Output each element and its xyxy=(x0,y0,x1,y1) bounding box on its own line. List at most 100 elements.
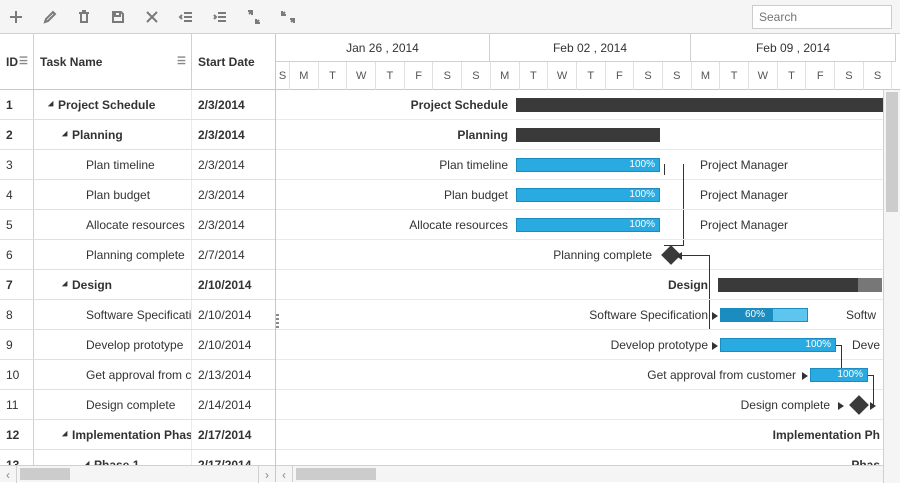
expand-icon[interactable] xyxy=(62,430,70,438)
search-input[interactable] xyxy=(752,5,892,29)
day-cell[interactable]: T xyxy=(319,62,348,90)
parent-bar[interactable] xyxy=(516,128,660,142)
gantt-row[interactable]: Planning xyxy=(276,120,900,150)
indent-button[interactable] xyxy=(212,9,228,25)
gantt-row[interactable]: Get approval from customer 100% xyxy=(276,360,900,390)
day-cell[interactable]: M xyxy=(491,62,520,90)
day-cell[interactable]: M xyxy=(290,62,319,90)
gantt-row[interactable]: Develop prototype 100% Deve xyxy=(276,330,900,360)
bar-label: Project Schedule xyxy=(276,98,508,112)
day-cell[interactable]: T xyxy=(577,62,606,90)
outdent-button[interactable] xyxy=(178,9,194,25)
grid-hscroll[interactable]: ‹ › xyxy=(0,465,275,482)
parent-bar[interactable] xyxy=(516,98,884,112)
expand-icon[interactable] xyxy=(62,130,70,138)
day-cell[interactable]: S xyxy=(276,62,290,90)
cell-date: 2/10/2014 xyxy=(192,270,274,299)
cell-id: 2 xyxy=(0,120,34,149)
scroll-thumb[interactable] xyxy=(296,468,376,480)
week-cell[interactable]: Feb 02 , 2014 xyxy=(490,34,691,62)
task-bar[interactable]: 100% xyxy=(810,368,868,382)
table-row[interactable]: 11Design complete2/14/2014 xyxy=(0,390,275,420)
gantt-row[interactable]: Phas xyxy=(276,450,900,465)
cell-date: 2/3/2014 xyxy=(192,120,274,149)
day-cell[interactable]: T xyxy=(376,62,405,90)
day-cell[interactable]: T xyxy=(778,62,807,90)
scroll-right-icon[interactable]: › xyxy=(258,466,275,483)
scroll-left-icon[interactable]: ‹ xyxy=(0,466,17,483)
gantt-row[interactable]: Project Schedule xyxy=(276,90,900,120)
bar-label: Planning complete xyxy=(276,248,652,262)
task-bar[interactable]: 100% xyxy=(720,338,836,352)
week-cell[interactable]: Feb 09 , 2014 xyxy=(691,34,896,62)
edit-button[interactable] xyxy=(42,9,58,25)
gantt-row[interactable]: Plan timeline 100% Project Manager xyxy=(276,150,900,180)
day-cell[interactable]: W xyxy=(548,62,577,90)
gantt-row[interactable]: Planning complete xyxy=(276,240,900,270)
chart-vscroll[interactable] xyxy=(883,90,900,482)
cancel-button[interactable] xyxy=(144,9,160,25)
day-cell[interactable]: F xyxy=(606,62,635,90)
table-row[interactable]: 6Planning complete2/7/2014 xyxy=(0,240,275,270)
menu-icon[interactable]: ☰ xyxy=(177,56,185,67)
week-cell[interactable]: Jan 26 , 2014 xyxy=(276,34,490,62)
table-row[interactable]: 12Implementation Phase2/17/2014 xyxy=(0,420,275,450)
table-row[interactable]: 2Planning2/3/2014 xyxy=(0,120,275,150)
table-row[interactable]: 1Project Schedule2/3/2014 xyxy=(0,90,275,120)
milestone[interactable] xyxy=(849,395,869,415)
chart-hscroll[interactable]: ‹ › xyxy=(276,465,900,482)
task-bar[interactable]: 100% xyxy=(516,158,660,172)
task-bar[interactable]: 60% xyxy=(720,308,808,322)
day-cell[interactable]: M xyxy=(692,62,721,90)
expand-all-button[interactable] xyxy=(246,9,262,25)
menu-icon[interactable]: ☰ xyxy=(19,56,27,67)
table-row[interactable]: 3Plan timeline2/3/2014 xyxy=(0,150,275,180)
day-cell[interactable]: S xyxy=(663,62,692,90)
day-cell[interactable]: S xyxy=(864,62,893,90)
table-row[interactable]: 7Design2/10/2014 xyxy=(0,270,275,300)
bar-label: Allocate resources xyxy=(276,218,508,232)
day-cell[interactable]: T xyxy=(720,62,749,90)
table-row[interactable]: 8Software Specification2/10/2014 xyxy=(0,300,275,330)
gantt-row[interactable]: Plan budget 100% Project Manager xyxy=(276,180,900,210)
scroll-thumb[interactable] xyxy=(20,468,70,480)
cell-id: 7 xyxy=(0,270,34,299)
col-header-task[interactable]: Task Name☰ xyxy=(34,34,192,89)
day-cell[interactable]: F xyxy=(405,62,434,90)
day-cell[interactable]: S xyxy=(462,62,491,90)
day-cell[interactable]: S xyxy=(433,62,462,90)
table-row[interactable]: 9Develop prototype2/10/2014 xyxy=(0,330,275,360)
col-header-date[interactable]: Start Date xyxy=(192,34,274,89)
day-cell[interactable]: W xyxy=(347,62,376,90)
day-cell[interactable]: S xyxy=(634,62,663,90)
day-cell[interactable]: W xyxy=(749,62,778,90)
scroll-left-icon[interactable]: ‹ xyxy=(276,466,293,482)
table-row[interactable]: 4Plan budget2/3/2014 xyxy=(0,180,275,210)
gantt-row[interactable]: Design xyxy=(276,270,900,300)
cell-id: 5 xyxy=(0,210,34,239)
toolbar-left xyxy=(8,9,296,25)
task-bar[interactable]: 100% xyxy=(516,218,660,232)
add-button[interactable] xyxy=(8,9,24,25)
arrow-icon xyxy=(838,402,844,410)
expand-icon[interactable] xyxy=(48,100,56,108)
task-bar[interactable]: 100% xyxy=(516,188,660,202)
day-cell[interactable]: S xyxy=(835,62,864,90)
expand-icon[interactable] xyxy=(62,280,70,288)
gantt-row[interactable]: Design complete xyxy=(276,390,900,420)
gantt-row[interactable]: Allocate resources 100% Project Manager xyxy=(276,210,900,240)
cell-date: 2/7/2014 xyxy=(192,240,274,269)
scroll-thumb[interactable] xyxy=(886,92,898,212)
table-row[interactable]: 13Phase 12/17/2014 xyxy=(0,450,275,465)
delete-button[interactable] xyxy=(76,9,92,25)
day-cell[interactable]: F xyxy=(806,62,835,90)
day-cell[interactable]: T xyxy=(520,62,549,90)
save-button[interactable] xyxy=(110,9,126,25)
gantt-row[interactable]: Software Specification 60% Softw xyxy=(276,300,900,330)
col-header-id[interactable]: ID☰ xyxy=(0,34,34,89)
table-row[interactable]: 5Allocate resources2/3/2014 xyxy=(0,210,275,240)
table-row[interactable]: 10Get approval from customer2/13/2014 xyxy=(0,360,275,390)
collapse-all-button[interactable] xyxy=(280,9,296,25)
parent-bar[interactable] xyxy=(718,278,882,292)
gantt-row[interactable]: Implementation Ph xyxy=(276,420,900,450)
